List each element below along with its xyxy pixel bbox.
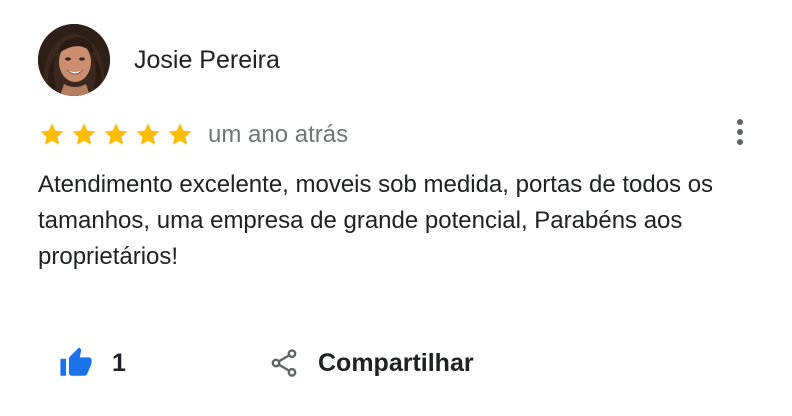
review-date: um ano atrás <box>208 121 349 148</box>
like-count: 1 <box>112 348 126 377</box>
share-button[interactable]: Compartilhar <box>268 340 474 386</box>
more-vert-icon <box>737 119 743 145</box>
thumb-up-icon <box>60 347 92 376</box>
star-icon <box>136 123 160 145</box>
star-icon <box>40 123 64 145</box>
star-rating <box>38 121 194 149</box>
like-button[interactable]: 1 <box>58 340 126 386</box>
more-options-button[interactable] <box>722 114 758 150</box>
share-label: Compartilhar <box>318 348 474 377</box>
author-name[interactable]: Josie Pereira <box>134 45 280 75</box>
profile-photo-icon <box>38 24 110 96</box>
star-icon <box>104 123 128 145</box>
author-avatar[interactable] <box>38 24 110 96</box>
review-card: Josie Pereira um ano atrás Atendimento e… <box>0 0 792 416</box>
share-icon <box>271 349 297 377</box>
star-icon <box>168 123 192 145</box>
rating-row: um ano atrás <box>38 118 348 152</box>
star-icon <box>72 123 96 145</box>
review-text: Atendimento excelente, moveis sob medida… <box>38 171 714 270</box>
